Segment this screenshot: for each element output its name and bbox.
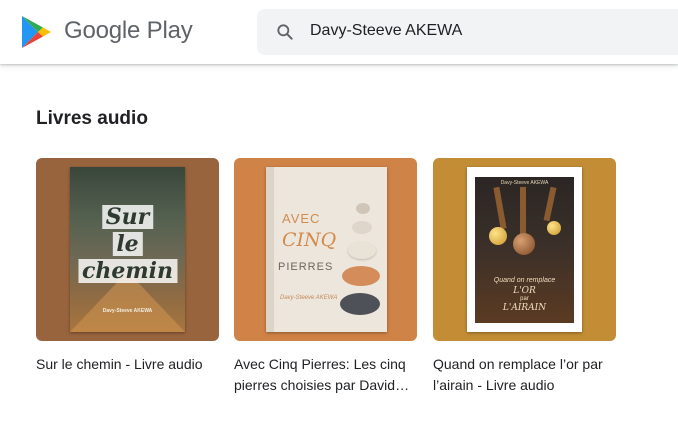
stone-illustration bbox=[356, 203, 370, 214]
top-bar: Google Play Davy-Steeve AKEWA bbox=[0, 0, 678, 64]
cover-tile[interactable]: AVEC CINQ PIERRES Davy-Steeve AKEWA bbox=[234, 158, 417, 341]
cover-author: Davy-Steeve AKEWA bbox=[500, 180, 549, 186]
google-play-wordmark[interactable]: Google Play bbox=[64, 17, 193, 45]
bronze-medal-shape bbox=[513, 233, 535, 255]
medals-illustration: Davy-Steeve AKEWA Quand on remplace L'OR… bbox=[475, 177, 574, 323]
cover-title-word: le bbox=[112, 232, 143, 256]
cover-title-line: L'OR bbox=[513, 286, 536, 296]
section-title: Livres audio bbox=[36, 108, 148, 129]
search-input[interactable]: Davy-Steeve AKEWA bbox=[310, 22, 462, 40]
cover-author: Davy-Steeve AKEWA bbox=[280, 295, 338, 301]
ribbon-shape bbox=[520, 187, 526, 235]
ribbon-shape bbox=[493, 186, 507, 230]
cover-author: Davy-Steeve AKEWA bbox=[102, 308, 153, 314]
book-cover-image: AVEC CINQ PIERRES Davy-Steeve AKEWA bbox=[266, 167, 387, 332]
google-play-logo-icon[interactable] bbox=[18, 14, 54, 50]
stone-illustration bbox=[348, 242, 376, 259]
cover-title-word: Sur bbox=[101, 205, 154, 229]
cover-title-line: CINQ bbox=[282, 229, 337, 251]
gold-medal-shape bbox=[489, 227, 507, 245]
cover-tile[interactable]: Davy-Steeve AKEWA Quand on remplace L'OR… bbox=[433, 158, 616, 341]
audiobook-card[interactable]: Davy-Steeve AKEWA Quand on remplace L'OR… bbox=[433, 158, 616, 396]
cover-tile[interactable]: Sur le chemin Davy-Steeve AKEWA bbox=[36, 158, 219, 341]
cover-title-word: chemin bbox=[77, 259, 178, 283]
search-icon[interactable] bbox=[275, 22, 295, 42]
audiobook-card[interactable]: AVEC CINQ PIERRES Davy-Steeve AKEWA Avec… bbox=[234, 158, 417, 396]
book-title[interactable]: Quand on remplace l’or par l’airain - Li… bbox=[433, 354, 618, 396]
search-bar[interactable]: Davy-Steeve AKEWA bbox=[257, 9, 678, 55]
cover-title-line: par bbox=[520, 296, 529, 302]
stone-illustration bbox=[342, 266, 380, 286]
book-title[interactable]: Sur le chemin - Livre audio bbox=[36, 354, 221, 375]
book-spine bbox=[266, 167, 274, 332]
cover-title-line: L'AIRAIN bbox=[502, 303, 547, 313]
cover-title-line: PIERRES bbox=[278, 261, 334, 273]
audiobook-card[interactable]: Sur le chemin Davy-Steeve AKEWA Sur le c… bbox=[36, 158, 219, 375]
ribbon-shape bbox=[543, 186, 557, 222]
stone-illustration bbox=[340, 293, 380, 315]
cover-title-line: AVEC bbox=[282, 211, 321, 226]
book-cover-image: Sur le chemin Davy-Steeve AKEWA bbox=[70, 167, 185, 332]
book-title[interactable]: Avec Cinq Pierres: Les cinq pierres choi… bbox=[234, 354, 419, 396]
book-cover-image: Davy-Steeve AKEWA Quand on remplace L'OR… bbox=[467, 167, 582, 332]
stone-illustration bbox=[352, 221, 372, 234]
gold-medal-shape bbox=[547, 221, 561, 235]
cover-title-line: Quand on remplace bbox=[493, 277, 556, 284]
